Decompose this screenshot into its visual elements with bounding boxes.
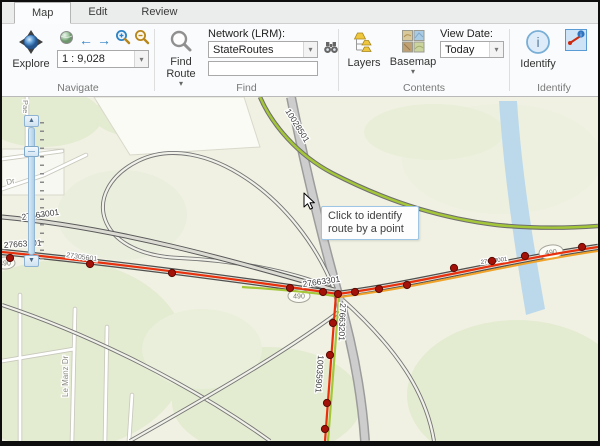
view-date-combobox[interactable]: Today ▾ [440,41,504,58]
svg-text:Le Manz Dr: Le Manz Dr [61,355,70,397]
find-route-label-1: Find [170,57,191,68]
zoom-in-button[interactable] [114,31,132,48]
find-route-magnifier-icon [169,29,193,56]
zoom-slider-minus-button[interactable]: ▼ [24,255,39,267]
identify-info-icon: i [525,29,551,58]
view-date-label: View Date: [440,28,493,40]
forward-arrow-icon: → [97,33,111,47]
chevron-down-icon[interactable]: ▾ [303,42,317,57]
map-svg[interactable]: 490 490 490 27663001 27663101 10028501 2… [2,97,598,441]
map-viewport[interactable]: 490 490 490 27663001 27663101 10028501 2… [2,97,598,441]
map-zoom-slider: ▲ ▼ [24,115,44,267]
binoculars-icon [323,40,339,60]
chevron-down-icon[interactable]: ▾ [489,42,503,57]
explore-label: Explore [12,59,49,70]
ribbon-tabbar: Map Edit Review [2,2,598,24]
globe-icon [59,30,74,50]
zoom-slider-ticks [40,122,44,260]
layers-button[interactable]: Layers [344,30,384,69]
chevron-down-icon: ▾ [411,68,415,75]
identify-route-point-icon: i [566,28,586,53]
previous-extent-button[interactable]: ← [77,31,95,48]
network-combobox[interactable]: StateRoutes ▾ [208,41,318,58]
next-extent-button[interactable]: → [95,31,113,48]
identify-button[interactable]: i Identify [516,29,560,70]
tooltip-line-1: Click to identify [328,210,412,223]
group-label-contents: Contents [339,82,509,94]
view-date-value: Today [445,44,489,56]
svg-text:490: 490 [293,294,305,301]
zoom-out-button[interactable] [133,31,151,48]
group-label-navigate: Navigate [2,82,154,94]
zoom-out-icon [134,29,150,50]
group-label-identify: Identify [510,82,598,94]
explore-button[interactable]: Explore [9,29,53,70]
scale-combobox[interactable]: 1 : 9,028 ▾ [57,50,149,68]
scale-value: 1 : 9,028 [62,53,134,65]
find-route-button[interactable]: Find Route ▾ [160,29,202,87]
app-inner: Map Edit Review Explore [2,2,598,441]
basemap-button[interactable]: Basemap ▾ [390,30,436,75]
back-arrow-icon: ← [79,33,93,47]
tooltip-line-2: route by a point [328,223,412,236]
app-window: Map Edit Review Explore [0,0,600,446]
zoom-slider-plus-button[interactable]: ▲ [24,115,39,127]
group-label-find: Find [155,82,338,94]
svg-text:i: i [536,34,539,50]
ribbon: Map Edit Review Explore [2,2,598,97]
layers-label: Layers [347,58,380,69]
route-input[interactable] [208,61,318,76]
svg-text:Pae: Pae [21,100,30,113]
chevron-down-icon[interactable]: ▾ [134,51,148,67]
identify-route-by-point-tool-button[interactable]: i [565,29,587,51]
tab-map[interactable]: Map [14,2,71,24]
zoom-in-icon [115,29,131,50]
tab-review[interactable]: Review [124,2,194,24]
default-extent-button[interactable] [57,31,75,48]
network-lrm-label: Network (LRM): [208,28,285,40]
map-tooltip: Click to identify route by a point [321,206,419,240]
svg-text:27663201: 27663201 [337,303,348,341]
network-value: StateRoutes [213,44,303,56]
zoom-slider-handle[interactable] [24,146,39,157]
tab-edit[interactable]: Edit [71,2,124,24]
explore-compass-icon [18,29,44,58]
svg-text:i: i [580,32,581,38]
identify-label: Identify [520,59,555,70]
layers-icon [352,30,376,57]
basemap-icon [402,30,425,56]
